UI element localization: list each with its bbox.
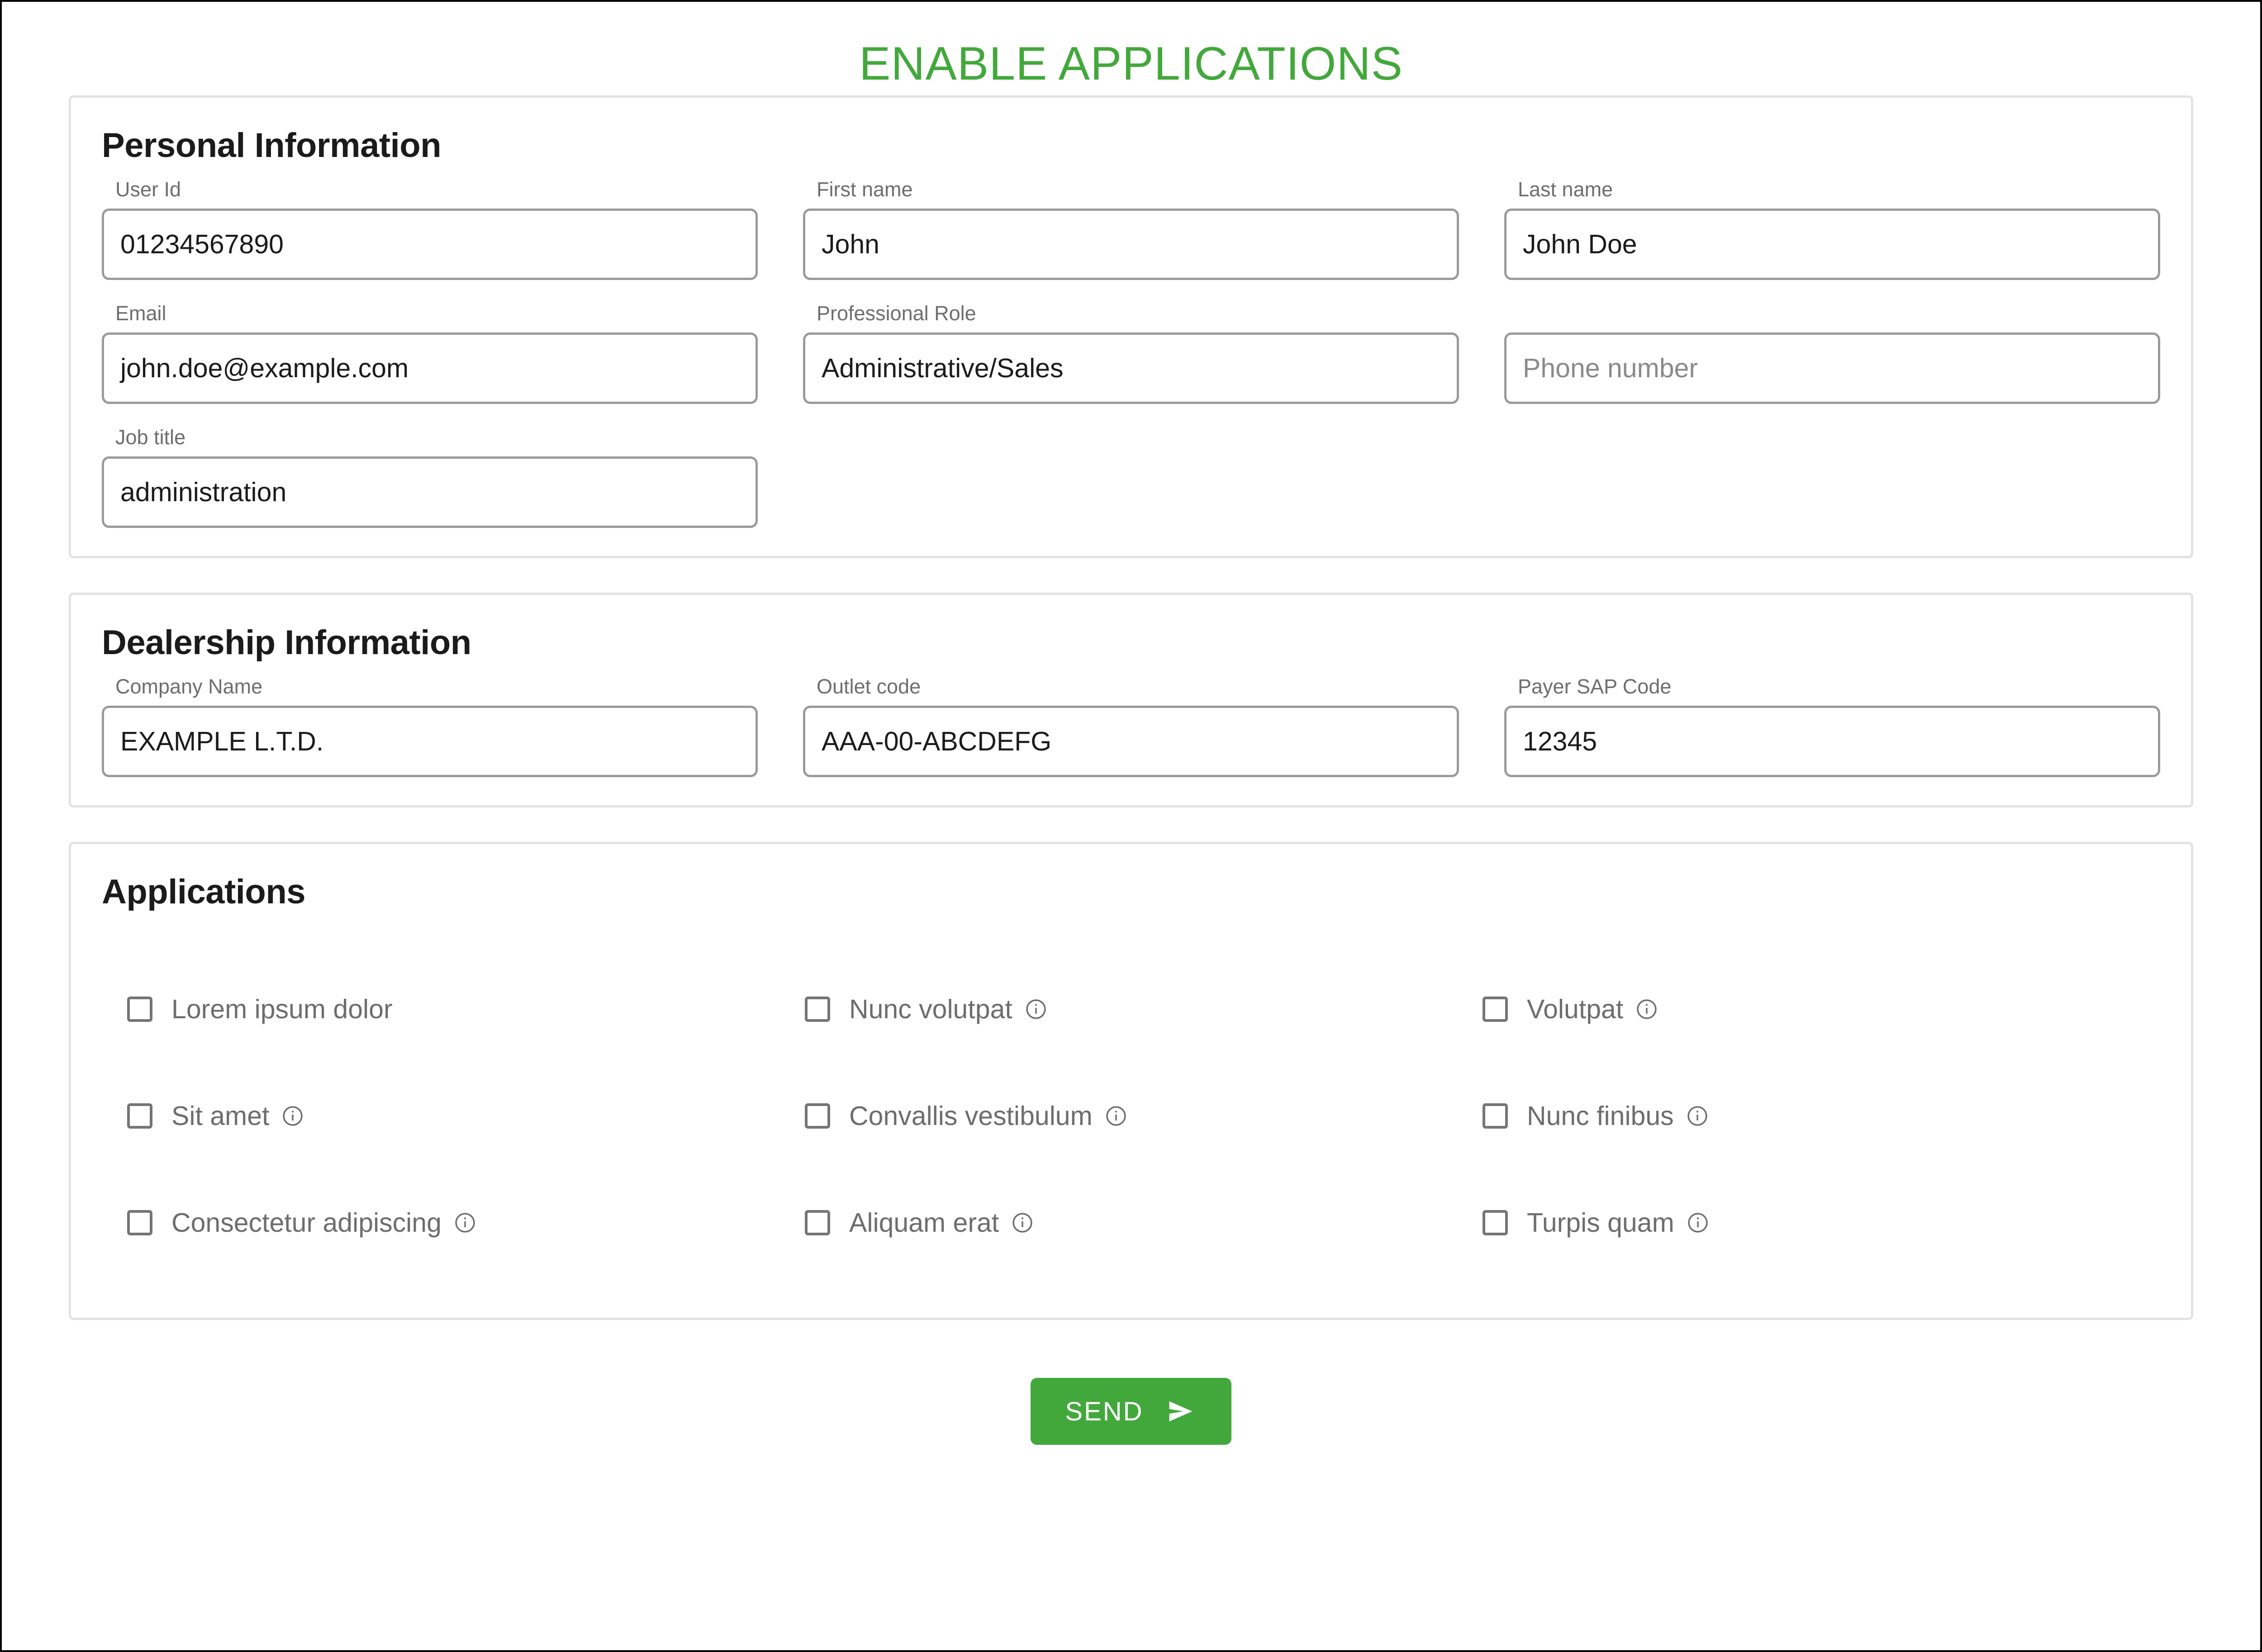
personal-info-row-3: Job title administration (102, 425, 2160, 528)
user-id-input[interactable]: 01234567890 (102, 209, 758, 280)
send-button-label: SEND (1065, 1396, 1144, 1426)
field-user-id: User Id 01234567890 (102, 177, 758, 280)
info-circle-icon[interactable] (1024, 997, 1048, 1021)
application-label-7: Aliquam erat (849, 1208, 999, 1238)
first-name-input[interactable]: John (803, 209, 1459, 280)
application-label-5: Nunc finibus (1527, 1101, 1674, 1131)
field-label-payer-sap-code: Payer SAP Code (1518, 675, 1672, 698)
checkbox-sit-amet[interactable] (127, 1103, 152, 1129)
field-first-name: First name John (803, 177, 1459, 280)
field-payer-sap-code: Payer SAP Code 12345 (1504, 674, 2160, 777)
phone-number-input[interactable]: Phone number (1504, 332, 2160, 404)
checkbox-consectetur-adipiscing[interactable] (127, 1210, 152, 1235)
personal-info-row-1: User Id 01234567890 First name John Last… (102, 177, 2160, 301)
field-label-email: Email (115, 302, 166, 325)
application-label-8: Turpis quam (1527, 1208, 1674, 1238)
application-item-4[interactable]: Convallis vestibulum (805, 1063, 1483, 1169)
info-circle-icon[interactable] (1635, 997, 1658, 1021)
field-last-name: Last name John Doe (1504, 177, 2160, 280)
field-label-last-name: Last name (1518, 178, 1613, 201)
field-job-title: Job title administration (102, 425, 758, 528)
application-item-8[interactable]: Turpis quam (1483, 1169, 2160, 1276)
info-circle-icon[interactable] (1686, 1211, 1710, 1234)
checkbox-lorem-ipsum-dolor[interactable] (127, 997, 152, 1022)
application-item-1[interactable]: Nunc volutpat (805, 956, 1483, 1063)
application-item-5[interactable]: Nunc finibus (1483, 1063, 2160, 1169)
applications-checkbox-grid: Lorem ipsum dolor Nunc volutpat Volutpat… (102, 956, 2160, 1276)
enable-applications-page: ENABLE APPLICATIONS Personal Information… (0, 0, 2262, 1652)
applications-title: Applications (102, 873, 306, 911)
field-label-outlet-code: Outlet code (817, 675, 921, 698)
field-company-name: Company Name EXAMPLE L.T.D. (102, 674, 758, 777)
send-button[interactable]: SEND (1031, 1378, 1231, 1445)
checkbox-aliquam-erat[interactable] (805, 1210, 830, 1235)
field-outlet-code: Outlet code AAA-00-ABCDEFG (803, 674, 1459, 777)
company-name-input[interactable]: EXAMPLE L.T.D. (102, 706, 758, 777)
info-circle-icon[interactable] (1686, 1104, 1709, 1128)
info-circle-icon[interactable] (1011, 1211, 1034, 1234)
field-label-first-name: First name (817, 178, 913, 201)
job-title-input[interactable]: administration (102, 456, 758, 528)
field-label-job-title: Job title (115, 426, 186, 449)
field-professional-role: Professional Role Administrative/Sales (803, 301, 1459, 404)
send-arrow-icon (1164, 1397, 1197, 1425)
send-button-row: SEND (69, 1354, 2193, 1445)
application-label-2: Volutpat (1527, 994, 1624, 1024)
field-label-company-name: Company Name (115, 675, 263, 698)
personal-information-title: Personal Information (102, 126, 442, 165)
checkbox-convallis-vestibulum[interactable] (805, 1103, 830, 1129)
info-circle-icon[interactable] (1104, 1104, 1128, 1128)
outlet-code-input[interactable]: AAA-00-ABCDEFG (803, 706, 1459, 777)
personal-information-card: Personal Information User Id 01234567890… (69, 95, 2193, 558)
application-label-0: Lorem ipsum dolor (171, 994, 393, 1024)
application-item-2[interactable]: Volutpat (1483, 956, 2160, 1063)
last-name-input[interactable]: John Doe (1504, 209, 2160, 280)
checkbox-nunc-volutpat[interactable] (805, 997, 830, 1022)
cards-container: Personal Information User Id 01234567890… (2, 95, 2260, 1445)
dealership-information-title: Dealership Information (102, 623, 471, 662)
professional-role-input[interactable]: Administrative/Sales (803, 332, 1459, 404)
checkbox-turpis-quam[interactable] (1483, 1210, 1508, 1235)
field-label-phone-number (1518, 301, 2160, 326)
personal-info-row-2: Email john.doe@example.com Professional … (102, 301, 2160, 425)
application-label-1: Nunc volutpat (849, 994, 1012, 1024)
application-label-3: Sit amet (171, 1101, 270, 1131)
application-item-0[interactable]: Lorem ipsum dolor (127, 956, 805, 1063)
info-circle-icon[interactable] (281, 1104, 304, 1128)
dealership-information-card: Dealership Information Company Name EXAM… (69, 593, 2193, 807)
application-item-3[interactable]: Sit amet (127, 1063, 805, 1169)
page-title: ENABLE APPLICATIONS (859, 38, 1403, 90)
field-label-professional-role: Professional Role (817, 302, 976, 325)
application-label-6: Consectetur adipiscing (171, 1208, 442, 1238)
field-email: Email john.doe@example.com (102, 301, 758, 404)
checkbox-volutpat[interactable] (1483, 997, 1508, 1022)
email-input[interactable]: john.doe@example.com (102, 332, 758, 404)
application-label-4: Convallis vestibulum (849, 1101, 1093, 1131)
application-item-7[interactable]: Aliquam erat (805, 1169, 1483, 1276)
dealership-info-row-1: Company Name EXAMPLE L.T.D. Outlet code … (102, 674, 2160, 777)
application-item-6[interactable]: Consectetur adipiscing (127, 1169, 805, 1276)
info-circle-icon[interactable] (453, 1211, 477, 1234)
field-phone-number: Phone number (1504, 301, 2160, 404)
field-label-user-id: User Id (115, 178, 181, 201)
payer-sap-code-input[interactable]: 12345 (1504, 706, 2160, 777)
applications-card: Applications Lorem ipsum dolor Nunc volu… (69, 842, 2193, 1320)
checkbox-nunc-finibus[interactable] (1483, 1103, 1508, 1129)
